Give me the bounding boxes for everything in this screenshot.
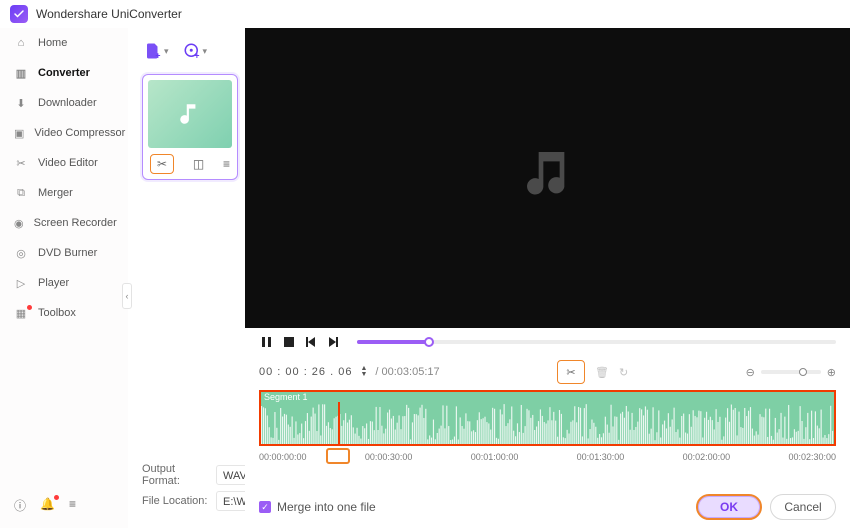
settings-icon[interactable]: ≡ (69, 497, 76, 514)
merge-icon: ⧉ (14, 187, 28, 200)
sidebar-item-label: Merger (38, 187, 73, 199)
prev-button[interactable] (303, 334, 319, 350)
sidebar-item-merger[interactable]: ⧉ Merger (0, 178, 128, 208)
file-location-label: File Location: (142, 495, 210, 507)
chevron-down-icon: ▾ (203, 46, 208, 57)
pause-button[interactable] (259, 334, 275, 350)
time-ruler: 00:00:00:00 00:00:30:00 00:01:00:00 00:0… (259, 452, 836, 462)
file-plus-icon: + (144, 42, 162, 60)
cut-button[interactable]: ✂ (557, 360, 585, 384)
sidebar-item-toolbox[interactable]: ▦ Toolbox (0, 298, 128, 328)
preview-area (245, 28, 850, 328)
sidebar-item-home[interactable]: ⌂ Home (0, 28, 128, 58)
progress-fill (357, 340, 429, 344)
time-input[interactable]: 00 : 00 : 26 . 06 (259, 366, 352, 378)
sidebar-item-label: Video Editor (38, 157, 98, 169)
ruler-tick: 00:01:00:00 (471, 452, 519, 462)
record-icon: ◉ (14, 217, 24, 230)
delete-button[interactable]: 🗑 (595, 366, 609, 379)
sidebar-item-label: Toolbox (38, 307, 76, 319)
ruler-tick: 00:00:00:00 (259, 452, 307, 462)
app-title: Wondershare UniConverter (36, 7, 182, 21)
sidebar-item-converter[interactable]: ▥ Converter (0, 58, 128, 88)
editor-footer: ✓ Merge into one file OK Cancel (245, 486, 850, 528)
sidebar-footer: ⓘ 🔔 ≡ (0, 487, 128, 528)
sidebar-item-label: Screen Recorder (34, 217, 117, 229)
notification-badge (54, 495, 59, 500)
duration-label: / 00:03:05:17 (375, 366, 439, 378)
sidebar-item-label: Player (38, 277, 69, 289)
disc-plus-icon: + (183, 42, 201, 60)
playhead[interactable] (338, 402, 340, 444)
converter-icon: ▥ (14, 67, 28, 80)
stop-button[interactable] (281, 334, 297, 350)
scissors-icon: ✂ (14, 157, 28, 170)
merge-label: Merge into one file (277, 500, 376, 514)
ruler-tick: 00:00:30:00 (365, 452, 413, 462)
sidebar-item-compressor[interactable]: ▣ Video Compressor (0, 118, 128, 148)
ruler-tick: 00:01:30:00 (577, 452, 625, 462)
app-logo (10, 5, 28, 23)
sidebar-item-screen-recorder[interactable]: ◉ Screen Recorder (0, 208, 128, 238)
add-file-button[interactable]: + ▾ (144, 42, 169, 60)
sidebar-item-label: Video Compressor (34, 127, 125, 139)
sidebar-item-downloader[interactable]: ⬇ Downloader (0, 88, 128, 118)
progress-knob[interactable] (424, 337, 434, 347)
sidebar-item-dvd-burner[interactable]: ◎ DVD Burner (0, 238, 128, 268)
file-card[interactable]: ✂ ◫ ≡ (142, 74, 238, 180)
crop-icon[interactable]: ◫ (193, 157, 204, 171)
zoom-slider[interactable] (761, 370, 821, 374)
bell-icon[interactable]: 🔔 (40, 497, 55, 514)
cancel-button[interactable]: Cancel (770, 494, 836, 520)
zoom-out-button[interactable]: ⊖ (746, 366, 755, 379)
sidebar: ⌂ Home ▥ Converter ⬇ Downloader ▣ Video Comp… (0, 28, 128, 528)
waveform[interactable] (259, 402, 836, 446)
collapse-sidebar-handle[interactable]: ‹ (122, 283, 132, 309)
next-button[interactable] (325, 334, 341, 350)
chevron-down-icon: ▾ (164, 46, 169, 57)
ok-button[interactable]: OK (696, 494, 762, 520)
sidebar-item-video-editor[interactable]: ✂ Video Editor (0, 148, 128, 178)
ruler-tick: 00:02:30:00 (788, 452, 836, 462)
home-icon: ⌂ (14, 37, 28, 49)
music-note-icon (177, 101, 203, 127)
svg-text:+: + (194, 51, 199, 61)
waveform-container: Segment 1 (259, 390, 836, 446)
sidebar-item-label: Converter (38, 67, 90, 79)
ruler-tick: 00:02:00:00 (683, 452, 731, 462)
trim-editor: 00 : 00 : 26 . 06 ▲▼ / 00:03:05:17 ✂ 🗑 ↻… (245, 0, 850, 528)
sidebar-item-label: DVD Burner (38, 247, 97, 259)
sidebar-item-label: Downloader (38, 97, 97, 109)
music-note-icon (520, 145, 576, 212)
download-icon: ⬇ (14, 97, 28, 110)
merge-checkbox[interactable]: ✓ (259, 501, 271, 513)
disc-icon: ◎ (14, 247, 28, 260)
grid-icon: ▦ (14, 307, 28, 320)
zoom-in-button[interactable]: ⊕ (827, 366, 836, 379)
play-icon: ▷ (14, 277, 28, 290)
svg-text:+: + (155, 51, 160, 61)
sidebar-item-player[interactable]: ▷ Player (0, 268, 128, 298)
time-stepper[interactable]: ▲▼ (360, 366, 367, 378)
trim-button[interactable]: ✂ (150, 154, 174, 174)
segment-label[interactable]: Segment 1 (259, 390, 836, 402)
notification-badge (27, 305, 32, 310)
help-icon[interactable]: ⓘ (14, 497, 26, 514)
undo-button[interactable]: ↻ (619, 366, 628, 379)
progress-bar[interactable] (357, 340, 836, 344)
compress-icon: ▣ (14, 127, 24, 140)
transport-bar (245, 328, 850, 356)
sidebar-item-label: Home (38, 37, 67, 49)
file-thumbnail (148, 80, 232, 148)
editor-titlebar (245, 0, 850, 28)
output-format-label: Output Format: (142, 463, 210, 487)
add-url-button[interactable]: + ▾ (183, 42, 208, 60)
more-icon[interactable]: ≡ (223, 157, 230, 171)
